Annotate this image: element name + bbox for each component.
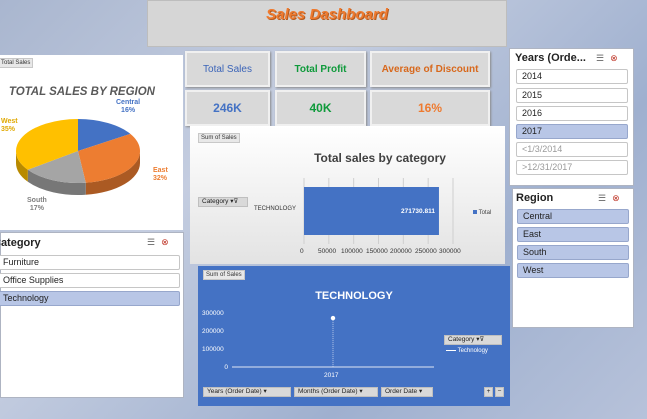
bar-x-tick-4: 200000 (390, 248, 412, 255)
line-marks (232, 315, 434, 368)
line-y-tick-0: 0 (224, 364, 228, 371)
technology-line-chart[interactable]: Sum of Sales TECHNOLOGY 0 100000 200000 … (198, 266, 510, 406)
multi-select-icon[interactable]: ☰ (596, 53, 610, 63)
clear-filter-icon[interactable]: ⊗ (612, 193, 626, 203)
multi-select-icon[interactable]: ☰ (598, 193, 612, 203)
pie-label-south: South 17% (27, 197, 47, 212)
region-item-central[interactable]: Central (517, 209, 629, 224)
line-x-category: 2017 (324, 372, 339, 379)
expand-field-button[interactable]: + (484, 387, 493, 397)
dashboard-title: Sales Dashboard (266, 6, 388, 23)
bar-chart-svg[interactable]: 271730.811 (190, 126, 505, 264)
bar-x-tick-3: 150000 (366, 248, 388, 255)
bar-legend-label: Total (478, 210, 492, 216)
clear-filter-icon[interactable]: ⊗ (161, 237, 175, 247)
bar-x-tick-6: 300000 (439, 248, 461, 255)
region-slicer-header: Region (516, 192, 554, 204)
order-date-field-button[interactable]: Order Date ▾ (381, 387, 433, 397)
months-order-date-field-button[interactable]: Months (Order Date) ▾ (294, 387, 378, 397)
year-item-2014[interactable]: 2014 (516, 69, 628, 84)
year-item-before-range[interactable]: <1/3/2014 (516, 142, 628, 157)
bar-x-axis-ticks: 0 50000 100000 150000 200000 250000 3000… (190, 248, 505, 258)
dropdown-icon: ▾ (418, 388, 423, 395)
kpi-avg-discount-label-card[interactable]: Average of Discount (370, 51, 490, 87)
bar-marks: 271730.811 (304, 187, 439, 235)
region-item-south[interactable]: South (517, 245, 629, 260)
years-slicer-header: Years (Orde... (515, 52, 586, 64)
kpi-total-profit-label: Total Profit (294, 63, 347, 75)
region-pie-svg[interactable] (8, 113, 158, 203)
category-item-furniture[interactable]: Furniture (0, 255, 180, 270)
region-slicer-controls: ☰⊗ (598, 193, 626, 204)
pie-label-central: Central 16% (116, 99, 141, 114)
bar-legend: Total (473, 210, 491, 216)
kpi-total-sales-value: 246K (213, 101, 242, 115)
pie-label-west: West 35% (1, 118, 18, 133)
bar-x-tick-1: 50000 (318, 248, 337, 255)
category-slicer-controls: ☰⊗ (147, 237, 175, 248)
kpi-avg-discount-value: 16% (417, 101, 443, 115)
kpi-avg-discount-label: Average of Discount (381, 63, 479, 75)
category-slicer-header: Category (0, 237, 41, 249)
bar-data-label: 271730.811 (401, 208, 435, 215)
kpi-avg-discount-value-card[interactable]: 16% (370, 90, 490, 126)
sales-by-category-chart[interactable]: Sum of Sales Total sales by category Cat… (190, 126, 505, 264)
years-slicer-controls: ☰⊗ (596, 53, 624, 64)
dashboard-title-bar: Sales Dashboard (147, 0, 507, 47)
pie-label-east: East 32% (153, 167, 168, 182)
pie-field-tag[interactable]: Total Sales (0, 58, 34, 68)
clear-filter-icon[interactable]: ⊗ (610, 53, 624, 63)
region-pie-chart-panel[interactable]: Total Sales TOTAL SALES BY REGION Centra… (0, 55, 183, 230)
collapse-field-button[interactable]: − (495, 387, 504, 397)
bar-x-tick-5: 250000 (415, 248, 437, 255)
region-item-east[interactable]: East (517, 227, 629, 242)
year-item-2015[interactable]: 2015 (516, 88, 628, 103)
category-slicer[interactable]: Category ☰⊗ Furniture Office Supplies Te… (0, 232, 184, 398)
dropdown-icon: ▾ (263, 388, 267, 395)
kpi-total-profit-value: 40K (309, 101, 332, 115)
kpi-total-sales-label: Total Sales (203, 63, 252, 75)
region-slicer[interactable]: Region ☰⊗ Central East South West (512, 188, 634, 328)
line-category-legend-button[interactable]: Category ▾⊽ (444, 335, 502, 345)
kpi-total-profit-label-card[interactable]: Total Profit (275, 51, 366, 87)
kpi-total-sales-label-card[interactable]: Total Sales (185, 51, 270, 87)
region-item-west[interactable]: West (517, 263, 629, 278)
year-item-2016[interactable]: 2016 (516, 106, 628, 121)
years-slicer[interactable]: Years (Orde... ☰⊗ 2014 2015 2016 2017 <1… (509, 48, 634, 186)
category-item-office-supplies[interactable]: Office Supplies (0, 273, 180, 288)
dropdown-icon: ▾ (359, 388, 363, 395)
bar-x-tick-2: 100000 (341, 248, 363, 255)
year-item-2017[interactable]: 2017 (516, 124, 628, 139)
line-legend-label: Technology (457, 348, 488, 354)
filter-dropdown-icon: ▾⊽ (476, 336, 485, 343)
kpi-total-profit-value-card[interactable]: 40K (275, 90, 366, 126)
pie-chart-title: TOTAL SALES BY REGION (8, 86, 155, 98)
pie-top-layer (15, 119, 140, 183)
bar-x-tick-0: 0 (300, 248, 304, 255)
kpi-total-sales-value-card[interactable]: 246K (185, 90, 270, 126)
line-y-tick-2: 200000 (202, 328, 224, 335)
years-order-date-field-button[interactable]: Years (Order Date) ▾ (203, 387, 291, 397)
line-point-2017 (330, 315, 336, 321)
category-item-technology[interactable]: Technology (0, 291, 180, 306)
line-y-tick-1: 100000 (202, 346, 224, 353)
multi-select-icon[interactable]: ☰ (147, 237, 161, 247)
line-legend: Technology (446, 348, 488, 354)
line-y-tick-3: 300000 (202, 310, 224, 317)
year-item-after-range[interactable]: >12/31/2017 (516, 160, 628, 175)
